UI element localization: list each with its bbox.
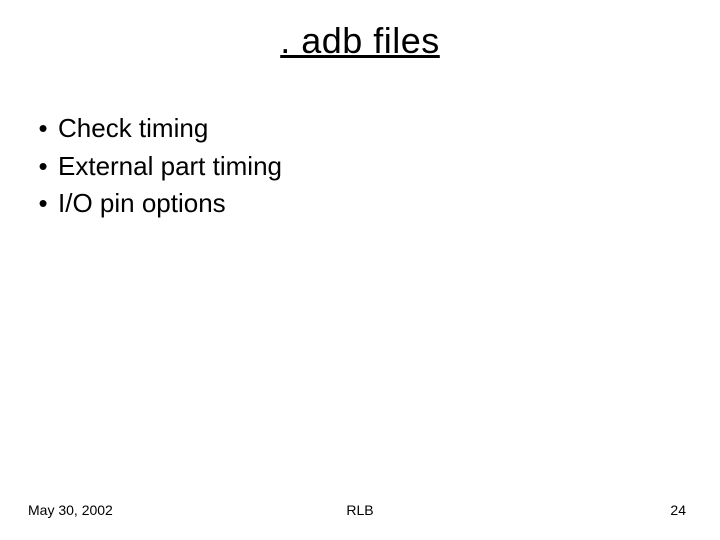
bullet-text: I/O pin options [58,185,226,223]
footer-page-number: 24 [670,502,686,518]
bullet-glyph: • [28,110,58,148]
list-item: • I/O pin options [28,185,282,223]
slide: . adb files • Check timing • External pa… [0,0,720,540]
bullet-glyph: • [28,148,58,186]
bullet-text: External part timing [58,148,282,186]
list-item: • Check timing [28,110,282,148]
footer: May 30, 2002 RLB 24 [0,502,720,518]
slide-title: . adb files [0,20,720,62]
bullet-list: • Check timing • External part timing • … [28,110,282,223]
footer-date: May 30, 2002 [28,502,113,518]
bullet-glyph: • [28,185,58,223]
bullet-text: Check timing [58,110,208,148]
list-item: • External part timing [28,148,282,186]
